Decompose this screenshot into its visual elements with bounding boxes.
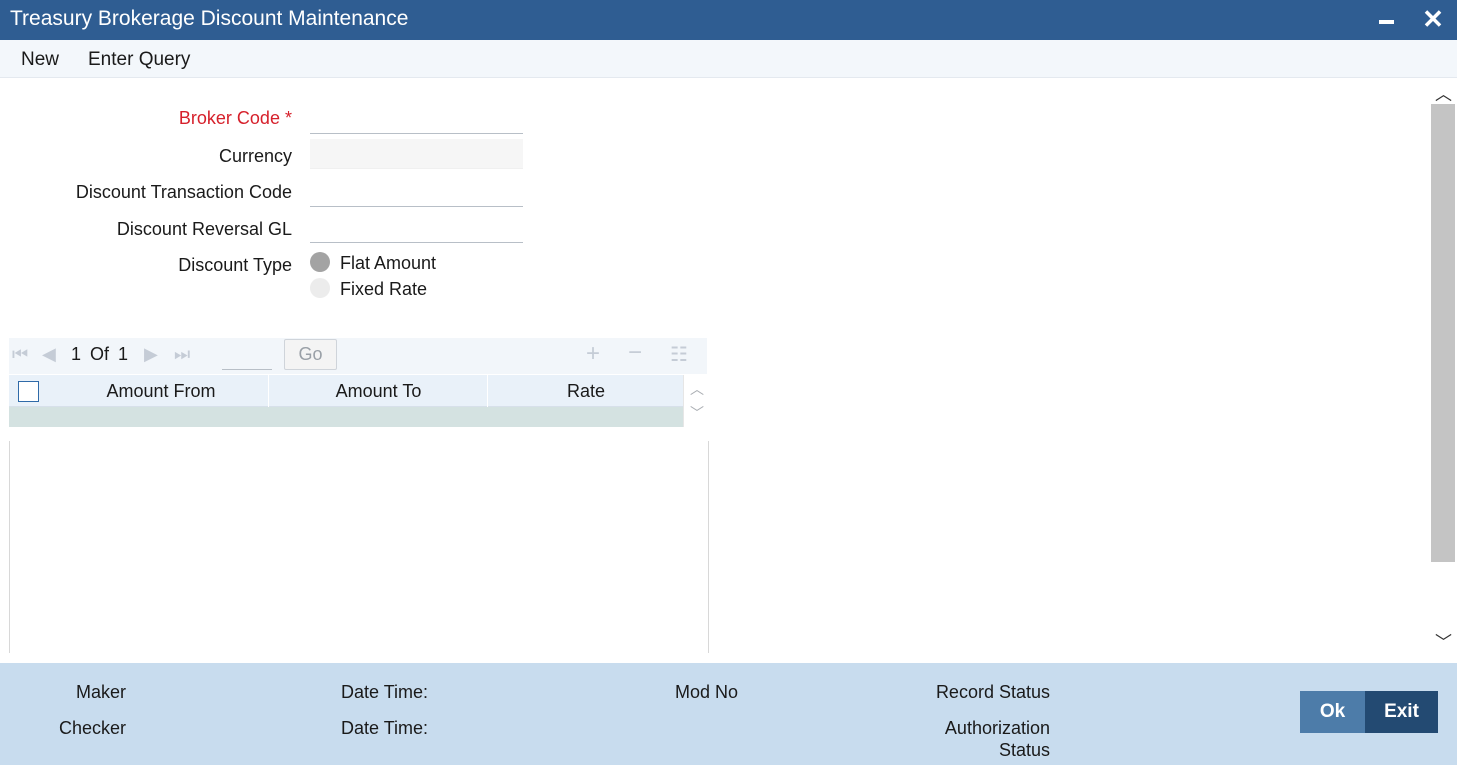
minimize-button[interactable] [1370, 4, 1402, 34]
title-bar: Treasury Brokerage Discount Maintenance … [0, 0, 1457, 40]
prev-page-icon[interactable]: ◀ [42, 344, 56, 365]
radio-flat-amount-label: Flat Amount [340, 253, 437, 273]
column-amount-to[interactable]: Amount To [270, 375, 488, 407]
ok-button[interactable]: Ok [1300, 691, 1365, 733]
page-of: Of [90, 344, 110, 364]
table-row[interactable] [9, 407, 683, 427]
column-rate[interactable]: Rate [489, 375, 683, 407]
first-page-icon[interactable]: ⏮ [12, 344, 28, 365]
mod-no-label: Mod No [675, 682, 739, 702]
grid-body [9, 441, 709, 653]
add-row-icon[interactable]: + [586, 340, 600, 368]
discount-reversal-gl-label: Discount Reversal GL [116, 219, 292, 239]
maker-label: Maker [75, 682, 126, 702]
delete-row-icon[interactable]: − [628, 339, 642, 367]
required-mark: * [284, 108, 292, 128]
menu-enter-query[interactable]: Enter Query [88, 49, 190, 71]
page-current: 1 [71, 344, 82, 364]
authorization-status-label-2: Status [998, 740, 1050, 760]
exit-button[interactable]: Exit [1365, 691, 1438, 733]
checker-label: Checker [58, 718, 126, 738]
radio-fixed-rate[interactable] [310, 278, 330, 298]
scroll-thumb[interactable] [1431, 104, 1455, 562]
page-number-input[interactable] [222, 342, 272, 370]
discount-reversal-gl-input[interactable] [310, 213, 523, 243]
next-page-icon[interactable]: ▶ [144, 344, 158, 365]
close-icon: ✕ [1422, 3, 1444, 34]
grid-header: Amount From Amount To Rate [9, 375, 683, 407]
chevron-up-icon[interactable]: ︿ [690, 379, 704, 399]
last-page-icon[interactable]: ⏭ [174, 344, 190, 365]
window-title: Treasury Brokerage Discount Maintenance [10, 7, 409, 30]
maker-date-time-label: Date Time: [341, 682, 429, 702]
record-status-label: Record Status [935, 682, 1050, 702]
currency-input[interactable] [310, 139, 523, 169]
broker-code-input[interactable] [310, 104, 523, 134]
radio-flat-amount[interactable] [310, 252, 330, 272]
scroll-up-icon[interactable]: ︿ [1435, 80, 1452, 105]
scroll-down-icon[interactable]: ﹀ [1435, 628, 1452, 653]
chevron-down-icon[interactable]: ﹀ [690, 403, 704, 423]
page-total: 1 [118, 344, 129, 364]
main-scrollbar[interactable]: ︿ ﹀ [1430, 78, 1457, 652]
checker-date-time-label: Date Time: [341, 718, 429, 738]
grid-scrollbar[interactable]: ︿ ﹀ [683, 375, 709, 427]
menu-bar: New Enter Query [0, 40, 1457, 78]
discount-transaction-code-input[interactable] [310, 177, 523, 207]
currency-label: Currency [218, 146, 292, 166]
go-button[interactable]: Go [284, 339, 337, 370]
close-button[interactable]: ✕ [1417, 4, 1449, 34]
discount-transaction-code-label: Discount Transaction Code [75, 182, 292, 202]
radio-fixed-rate-label: Fixed Rate [340, 279, 428, 299]
broker-code-label: Broker Code * [178, 108, 292, 128]
single-view-icon[interactable]: ☷ [670, 342, 688, 367]
discount-type-label: Discount Type [178, 255, 292, 275]
minimize-icon [1378, 20, 1394, 24]
column-amount-from[interactable]: Amount From [54, 375, 269, 407]
grid-toolbar [9, 338, 707, 374]
audit-footer: Maker Checker Date Time: Date Time: Mod … [0, 663, 1457, 765]
menu-new[interactable]: New [21, 49, 59, 71]
select-all-checkbox[interactable] [18, 381, 39, 402]
authorization-status-label-1: Authorization [944, 718, 1050, 738]
